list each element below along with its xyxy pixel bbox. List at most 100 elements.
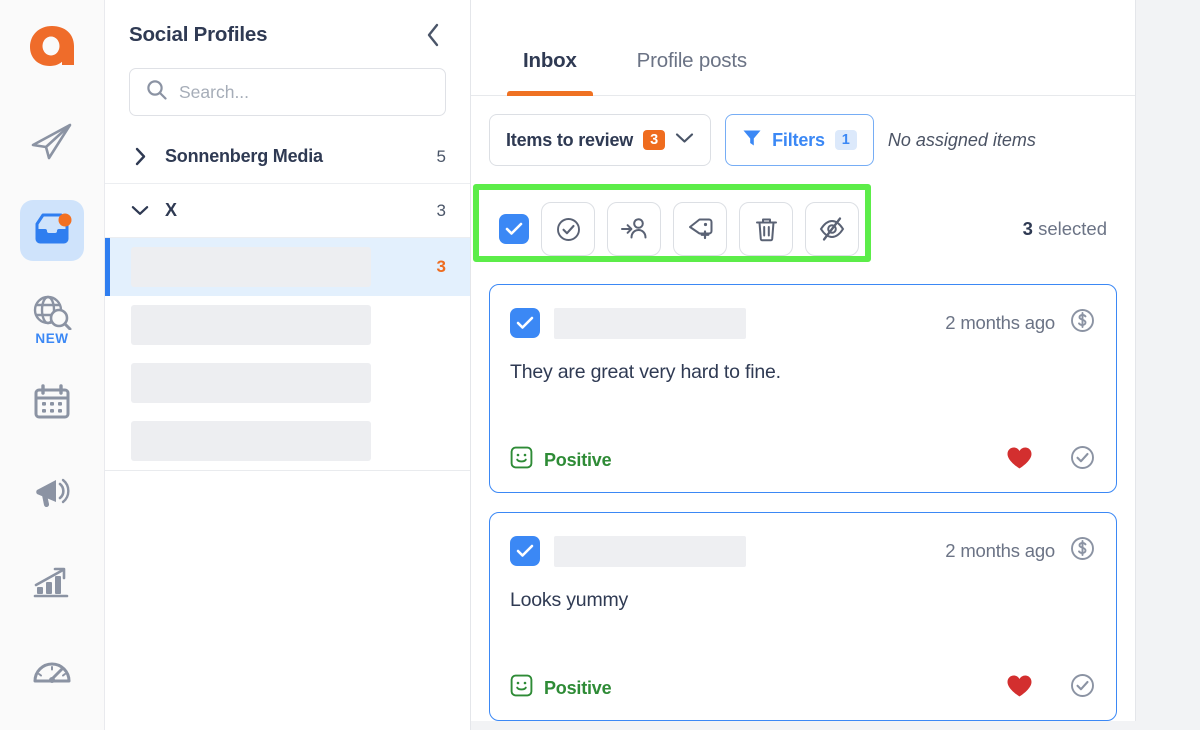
message-text: Looks yummy	[510, 589, 629, 611]
tab-profile-posts-label: Profile posts	[636, 49, 747, 72]
profile-row[interactable]	[105, 296, 470, 354]
bulk-action-bar: 3 selected	[489, 190, 1135, 268]
page-title: Social Profiles	[129, 23, 268, 46]
selected-count-number: 3	[1022, 218, 1033, 239]
sentiment-badge: Positive	[510, 674, 612, 702]
social-profiles-panel: Social Profiles Search... Sonnenberg Med…	[105, 0, 471, 730]
card-header: 2 months ago	[510, 307, 1096, 339]
filters-badge: 1	[834, 130, 857, 150]
filters-label: Filters	[772, 129, 825, 150]
smiley-icon	[510, 674, 533, 702]
dollar-circle-icon[interactable]	[1069, 535, 1096, 567]
add-tag-button[interactable]	[673, 202, 727, 256]
tab-bar: Inbox Profile posts	[471, 0, 1135, 96]
sentiment-label: Positive	[544, 449, 612, 470]
review-check-button[interactable]	[1069, 672, 1096, 704]
check-circle-icon	[1071, 674, 1094, 697]
profile-list: 3	[105, 238, 470, 471]
profile-row[interactable]	[105, 412, 470, 470]
card-actions	[1006, 444, 1096, 476]
author-name-redacted	[554, 307, 746, 339]
message-card[interactable]: 2 months ago Looks yummy Positive	[489, 512, 1117, 721]
filters-button[interactable]: Filters 1	[725, 114, 874, 166]
items-to-review-dropdown[interactable]: Items to review 3	[489, 114, 712, 166]
bulk-action-zone: 3 selected	[471, 184, 1135, 276]
sidebar-item-listening[interactable]: NEW	[20, 289, 84, 351]
trash-icon	[755, 218, 777, 241]
sidebar-item-reports[interactable]	[20, 550, 84, 612]
message-list: 2 months ago They are great very hard to…	[471, 276, 1135, 721]
growth-chart-icon	[33, 568, 69, 598]
card-actions	[1006, 672, 1096, 704]
tag-plus-icon	[689, 218, 713, 240]
sidebar-item-campaigns[interactable]	[20, 461, 84, 523]
profile-row[interactable]	[105, 354, 470, 412]
collapse-panel-button[interactable]	[420, 22, 446, 48]
card-footer: Positive	[510, 444, 1096, 476]
selected-count: 3 selected	[1023, 218, 1135, 240]
group-label: Sonnenberg Media	[165, 146, 323, 166]
dollar-circle-glyph	[1071, 537, 1094, 560]
group-label: X	[165, 200, 177, 220]
group-count: 5	[436, 146, 446, 166]
sidebar-item-publishing[interactable]	[20, 110, 84, 172]
hide-button[interactable]	[805, 202, 859, 256]
message-card[interactable]: 2 months ago They are great very hard to…	[489, 284, 1117, 493]
card-header: 2 months ago	[510, 535, 1096, 567]
profile-name-redacted	[131, 363, 371, 403]
search-icon	[146, 79, 167, 105]
check-icon	[505, 222, 523, 235]
message-checkbox[interactable]	[510, 536, 540, 566]
sentiment-label: Positive	[544, 677, 612, 698]
sidebar-item-calendar[interactable]	[20, 371, 84, 433]
search-box[interactable]	[129, 68, 446, 116]
tab-inbox-label: Inbox	[523, 49, 577, 72]
smiley-icon	[510, 446, 533, 474]
chevron-left-icon	[427, 23, 439, 47]
items-to-review-badge: 3	[643, 130, 666, 150]
profile-group-sonnenberg[interactable]: Sonnenberg Media 5	[105, 130, 470, 184]
tab-inbox[interactable]: Inbox	[493, 49, 607, 96]
sidebar-item-dashboard[interactable]	[20, 640, 84, 702]
timestamp: 2 months ago	[945, 540, 1055, 561]
heart-icon[interactable]	[1006, 674, 1033, 703]
profile-row-selected[interactable]: 3	[105, 238, 470, 296]
profile-name-redacted	[131, 247, 371, 287]
assign-user-button[interactable]	[607, 202, 661, 256]
heart-glyph	[1007, 675, 1032, 696]
tab-profile-posts[interactable]: Profile posts	[607, 49, 777, 95]
dollar-circle-icon[interactable]	[1069, 307, 1096, 339]
inbox-icon	[31, 212, 73, 248]
heart-glyph	[1007, 447, 1032, 468]
profile-unread-count: 3	[436, 257, 446, 276]
message-text: They are great very hard to fine.	[510, 361, 781, 383]
selected-count-label: selected	[1038, 218, 1107, 239]
mark-reviewed-button[interactable]	[541, 202, 595, 256]
filter-bar: Items to review 3 Filters 1 No assigned …	[471, 96, 1135, 184]
search-wrap	[105, 62, 470, 130]
main-panel: Inbox Profile posts Items to review 3 Fi…	[471, 0, 1200, 730]
profiles-header: Social Profiles	[105, 0, 470, 62]
heart-icon[interactable]	[1006, 446, 1033, 475]
gauge-icon	[33, 662, 71, 684]
inbox-column: Inbox Profile posts Items to review 3 Fi…	[471, 0, 1136, 721]
calendar-icon	[34, 384, 70, 419]
card-footer: Positive	[510, 672, 1096, 704]
profile-group-x[interactable]: X 3	[105, 184, 470, 238]
select-all-checkbox[interactable]	[499, 214, 529, 244]
sidebar-rail: NEW	[0, 0, 105, 730]
funnel-icon	[742, 128, 762, 153]
check-circle-icon	[1071, 446, 1094, 469]
profile-name-redacted	[131, 305, 371, 345]
delete-button[interactable]	[739, 202, 793, 256]
listening-new-badge: NEW	[35, 331, 69, 347]
items-to-review-label: Items to review	[506, 129, 634, 150]
message-checkbox[interactable]	[510, 308, 540, 338]
agorapulse-logo[interactable]	[22, 16, 82, 76]
paper-plane-icon	[29, 119, 75, 163]
app-root: NEW Social Profiles Search... Sonnenberg…	[0, 0, 1200, 730]
search-input[interactable]	[179, 81, 429, 103]
review-check-button[interactable]	[1069, 444, 1096, 476]
sidebar-item-inbox[interactable]	[20, 199, 84, 262]
profile-name-redacted	[131, 421, 371, 461]
